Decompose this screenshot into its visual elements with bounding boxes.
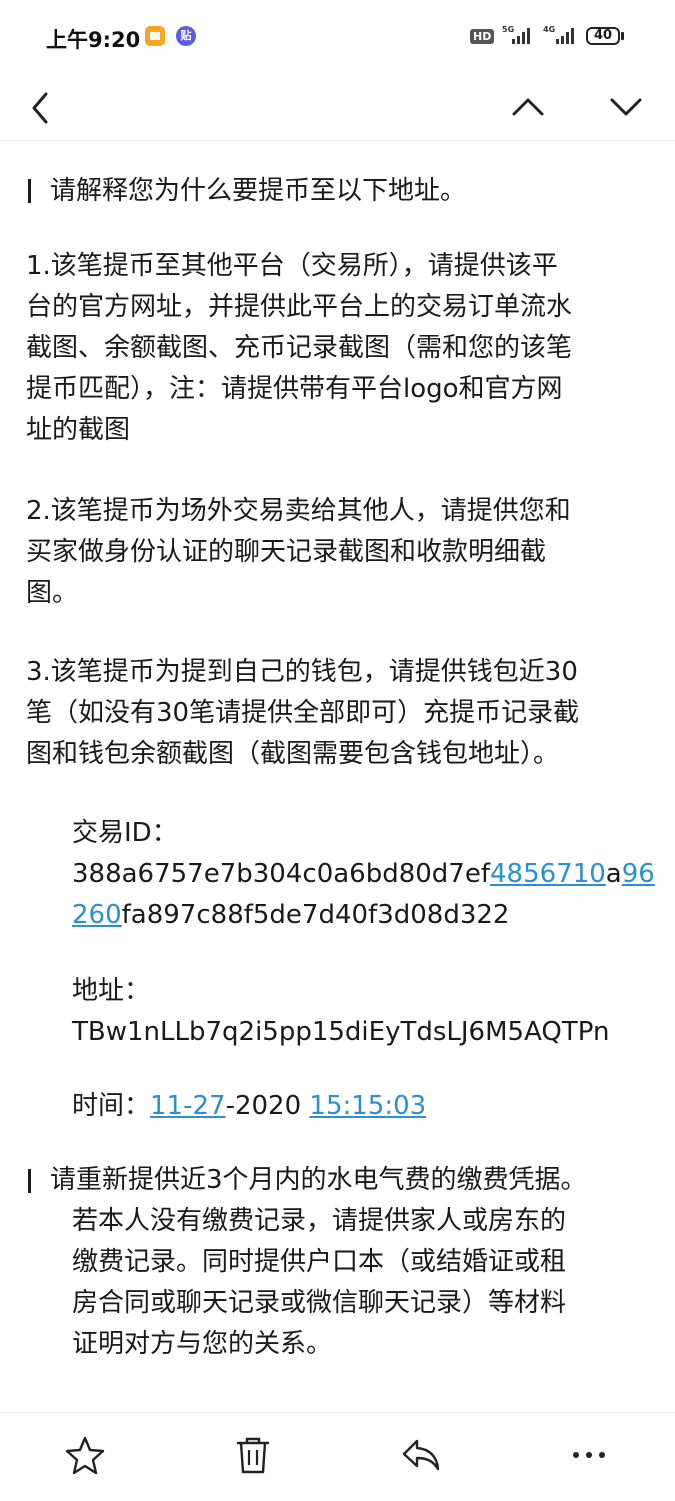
- text-line: 2.该笔提币为场外交易卖给其他人，请提供您和: [26, 496, 571, 526]
- txid-line-1: 388a6757e7b304c0a6bd80d7ef4856710a96: [72, 854, 655, 895]
- reply-icon: [402, 1439, 440, 1471]
- app-icon: 贴: [176, 26, 196, 46]
- text-line: 房合同或聊天记录或微信聊天记录）等材料: [72, 1288, 567, 1318]
- text-line: 提币匹配），注：请提供带有平台logo和官方网: [26, 374, 563, 404]
- time-label: 时间：: [72, 1091, 151, 1121]
- bottom-action-bar: [0, 1412, 675, 1501]
- item3-text: 3.该笔提币为提到自己的钱包，请提供钱包近30 笔（如没有30笔请提供全部即可）…: [26, 652, 579, 775]
- trash-icon: [236, 1437, 270, 1474]
- star-button[interactable]: [63, 1433, 107, 1477]
- time-year: -2020: [225, 1091, 310, 1121]
- txid-text: 388a6757e7b304c0a6bd80d7ef: [72, 859, 490, 889]
- address-block: 地址： TBw1nLLb7q2i5pp15diEyTdsLJ6M5AQTPn: [72, 971, 609, 1053]
- time-row: 时间：11-27-2020 15:15:03: [72, 1086, 426, 1127]
- hd-badge: HD: [470, 29, 495, 44]
- battery-tip: [621, 32, 624, 40]
- text-line: 台的官方网址，并提供此平台上的交易订单流水: [26, 292, 573, 322]
- txid-line-2: 260fa897c88f5de7d40f3d08d322: [72, 895, 655, 936]
- signal-icon: [512, 28, 530, 44]
- next-button[interactable]: [602, 82, 650, 130]
- star-icon: [65, 1436, 105, 1475]
- text-line: 请重新提供近3个月内的水电气费的缴费凭据。: [50, 1165, 587, 1195]
- previous-button[interactable]: [504, 82, 552, 130]
- status-time: 上午9:20: [46, 28, 141, 52]
- delete-button[interactable]: [231, 1433, 275, 1477]
- nav-bar: [0, 72, 675, 141]
- bullet-marker: [28, 179, 31, 203]
- txid-label: 交易ID：: [72, 818, 178, 848]
- text-line: 笔（如没有30笔请提供全部即可）充提币记录截: [26, 698, 580, 728]
- text-line: 址的截图: [26, 415, 131, 445]
- notes-app-icon: [145, 26, 165, 46]
- item2-text: 2.该笔提币为场外交易卖给其他人，请提供您和 买家做身份认证的聊天记录截图和收款…: [26, 491, 571, 614]
- time-link[interactable]: 15:15:03: [309, 1091, 426, 1121]
- txid-text: fa897c88f5de7d40f3d08d322: [121, 900, 510, 930]
- txid-number-link[interactable]: 260: [72, 900, 122, 930]
- chevron-up-icon: [512, 98, 544, 116]
- address-value: TBw1nLLb7q2i5pp15diEyTdsLJ6M5AQTPn: [72, 1017, 610, 1047]
- item1-text: 1.该笔提币至其他平台（交易所），请提供该平 台的官方网址，并提供此平台上的交易…: [26, 246, 572, 451]
- date-link[interactable]: 11-27: [150, 1091, 226, 1121]
- more-icon: [573, 1452, 605, 1458]
- more-button[interactable]: [567, 1433, 611, 1477]
- text-line: 缴费记录。同时提供户口本（或结婚证或租: [72, 1247, 567, 1277]
- battery-indicator: 40: [586, 27, 620, 45]
- text-line: 截图、余额截图、充币记录截图（需和您的该笔: [26, 333, 573, 363]
- section2-text: 请重新提供近3个月内的水电气费的缴费凭据。 若本人没有缴费记录，请提供家人或房东…: [50, 1160, 587, 1365]
- txid-number-link[interactable]: 4856710: [490, 859, 606, 889]
- txid-text: a: [605, 859, 622, 889]
- status-bar: 上午9:20 贴 HD 5G 4G 40: [0, 0, 675, 72]
- text-line: 图和钱包余额截图（截图需要包含钱包地址）。: [26, 739, 560, 769]
- text-line: 若本人没有缴费记录，请提供家人或房东的: [72, 1206, 567, 1236]
- bullet-marker: [28, 1169, 31, 1193]
- address-label: 地址：: [72, 976, 151, 1006]
- txid-number-link[interactable]: 96: [622, 859, 655, 889]
- reply-button[interactable]: [399, 1433, 443, 1477]
- text-line: 3.该笔提币为提到自己的钱包，请提供钱包近30: [26, 657, 578, 687]
- section1-title: 请解释您为什么要提币至以下地址。: [50, 176, 467, 206]
- back-button[interactable]: [16, 82, 64, 130]
- text-line: 证明对方与您的关系。: [72, 1329, 333, 1359]
- signal-icon-2: [556, 28, 574, 44]
- chevron-down-icon: [610, 98, 642, 116]
- text-line: 图。: [26, 578, 79, 608]
- text-line: 1.该笔提币至其他平台（交易所），请提供该平: [26, 251, 558, 281]
- text-line: 买家做身份认证的聊天记录截图和收款明细截: [26, 537, 547, 567]
- txid-block: 交易ID： 388a6757e7b304c0a6bd80d7ef4856710a…: [72, 813, 655, 936]
- chevron-left-icon: [32, 92, 48, 124]
